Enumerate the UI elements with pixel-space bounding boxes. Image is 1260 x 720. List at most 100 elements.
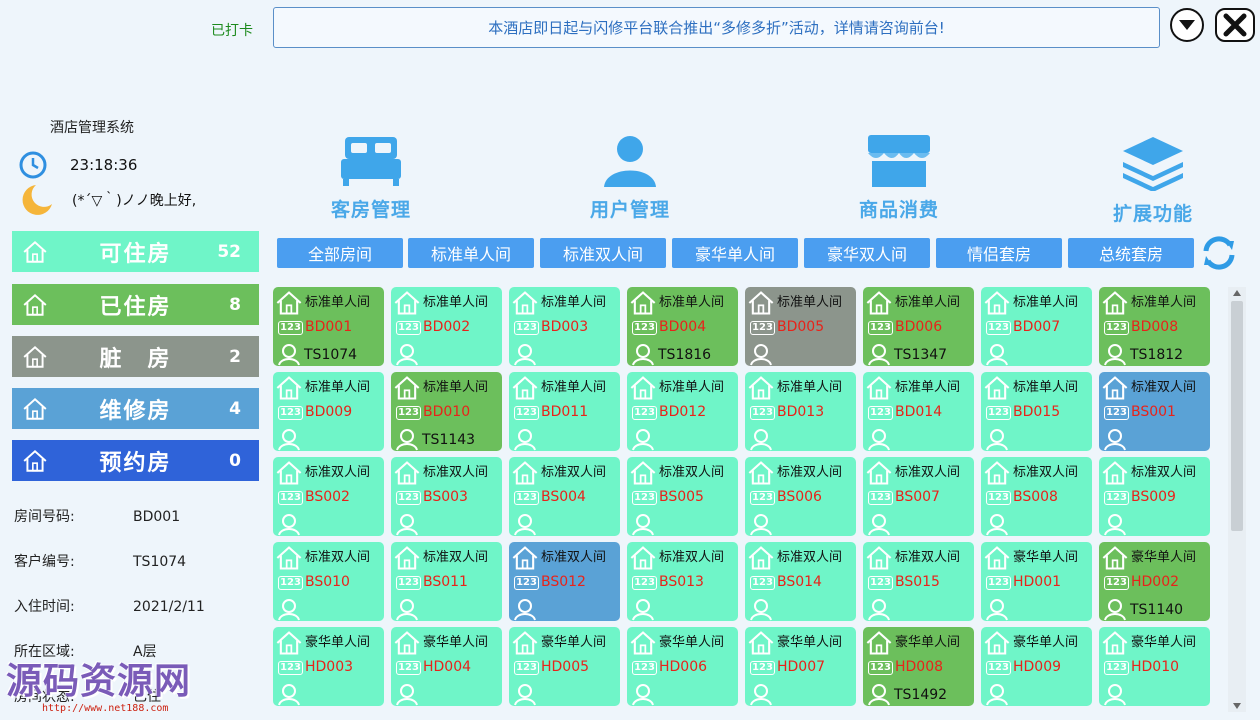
room-number: BD002: [423, 319, 471, 335]
home-icon-wrap: [983, 289, 1011, 321]
user-icon: [1104, 599, 1126, 621]
user-icon-wrap: [867, 597, 891, 625]
room-card[interactable]: 标准单人间 123 BD015: [981, 372, 1092, 451]
room-filter-tab[interactable]: 标准单人间: [408, 238, 534, 268]
room-filter-tab[interactable]: 全部房间: [277, 238, 403, 268]
room-card[interactable]: 标准单人间 123 BD004 TS1816: [627, 287, 738, 366]
room-filter-tab[interactable]: 豪华单人间: [672, 238, 798, 268]
user-icon-wrap: [277, 597, 301, 625]
room-card[interactable]: 标准单人间 123 BD009: [273, 372, 384, 451]
scroll-thumb[interactable]: [1231, 301, 1243, 531]
room-card[interactable]: 豪华单人间 123 HD003: [273, 627, 384, 706]
room-type: 豪华单人间: [423, 635, 489, 650]
room-card[interactable]: 标准双人间 123 BS005: [627, 457, 738, 536]
room-type: 豪华单人间: [659, 635, 725, 650]
room-grid-scrollbar[interactable]: [1228, 287, 1246, 712]
status-filter-0[interactable]: 可住房 52: [12, 231, 259, 272]
module-bed[interactable]: 客房管理: [301, 135, 441, 222]
user-icon: [986, 344, 1008, 366]
moon-icon: [22, 185, 52, 215]
room-card[interactable]: 标准单人间 123 BD010 TS1143: [391, 372, 502, 451]
room-type: 标准双人间: [1013, 465, 1079, 480]
number-badge-icon: 123: [986, 406, 1011, 420]
room-type: 标准单人间: [659, 295, 725, 310]
home-icon: [984, 461, 1010, 485]
room-card[interactable]: 标准双人间 123 BS002: [273, 457, 384, 536]
info-row: 房间号码: BD001: [14, 506, 180, 526]
status-count: 52: [217, 241, 241, 262]
room-card[interactable]: 标准单人间 123 BD003: [509, 287, 620, 366]
room-card[interactable]: 标准单人间 123 BD006 TS1347: [863, 287, 974, 366]
room-card[interactable]: 豪华单人间 123 HD005: [509, 627, 620, 706]
room-card[interactable]: 标准双人间 123 BS004: [509, 457, 620, 536]
room-card[interactable]: 标准双人间 123 BS015: [863, 542, 974, 621]
room-card[interactable]: 标准双人间 123 BS012: [509, 542, 620, 621]
room-filter-tab[interactable]: 豪华双人间: [804, 238, 930, 268]
home-icon: [394, 461, 420, 485]
room-number: BS006: [777, 489, 822, 505]
watermark-logo: 源码资源网: [6, 661, 192, 702]
room-number: BS012: [541, 574, 586, 590]
user-icon-wrap: [1103, 342, 1127, 370]
room-card[interactable]: 标准双人间 123 BS013: [627, 542, 738, 621]
room-card[interactable]: 标准单人间 123 BD013: [745, 372, 856, 451]
current-time: 23:18:36: [70, 156, 138, 174]
room-card[interactable]: 豪华单人间 123 HD008 TS1492: [863, 627, 974, 706]
info-key: 入住时间:: [14, 599, 75, 615]
room-card[interactable]: 标准单人间 123 BD012: [627, 372, 738, 451]
module-layers[interactable]: 扩展功能: [1083, 135, 1223, 226]
room-card[interactable]: 标准单人间 123 BD011: [509, 372, 620, 451]
number-badge-icon: 123: [868, 576, 893, 590]
room-number: BD006: [895, 319, 943, 335]
room-card[interactable]: 豪华单人间 123 HD006: [627, 627, 738, 706]
status-filter-2[interactable]: 脏 房 2: [12, 336, 259, 377]
room-card[interactable]: 标准单人间 123 BD014: [863, 372, 974, 451]
home-icon: [866, 546, 892, 570]
room-card[interactable]: 标准双人间 123 BS010: [273, 542, 384, 621]
refresh-button[interactable]: [1200, 235, 1238, 275]
watermark-url: http://www.net188.com: [42, 703, 169, 714]
status-filter-4[interactable]: 预约房 0: [12, 440, 259, 481]
home-icon: [394, 546, 420, 570]
room-card[interactable]: 标准双人间 123 BS003: [391, 457, 502, 536]
room-type: 豪华单人间: [1013, 635, 1079, 650]
room-card[interactable]: 标准双人间 123 BS007: [863, 457, 974, 536]
room-card[interactable]: 豪华单人间 123 HD007: [745, 627, 856, 706]
room-card[interactable]: 标准双人间 123 BS014: [745, 542, 856, 621]
room-card[interactable]: 豪华单人间 123 HD002 TS1140: [1099, 542, 1210, 621]
module-store[interactable]: 商品消费: [829, 135, 969, 222]
scroll-up-arrow[interactable]: [1233, 290, 1241, 296]
home-icon: [394, 291, 420, 315]
room-card[interactable]: 豪华单人间 123 HD009: [981, 627, 1092, 706]
home-icon: [866, 631, 892, 655]
user-icon: [278, 684, 300, 706]
room-card[interactable]: 标准双人间 123 BS008: [981, 457, 1092, 536]
home-icon-wrap: [1101, 629, 1129, 661]
room-filter-tab[interactable]: 标准双人间: [540, 238, 666, 268]
home-icon-wrap: [747, 629, 775, 661]
number-badge-icon: 123: [396, 406, 421, 420]
room-card[interactable]: 标准单人间 123 BD005: [745, 287, 856, 366]
room-card[interactable]: 豪华单人间 123 HD010: [1099, 627, 1210, 706]
status-filter-1[interactable]: 已住房 8: [12, 284, 259, 325]
room-card[interactable]: 标准双人间 123 BS011: [391, 542, 502, 621]
room-card[interactable]: 标准单人间 123 BD002: [391, 287, 502, 366]
room-type: 标准单人间: [1013, 380, 1079, 395]
room-card[interactable]: 标准双人间 123 BS009: [1099, 457, 1210, 536]
room-card[interactable]: 豪华单人间 123 HD001: [981, 542, 1092, 621]
room-card[interactable]: 标准双人间 123 BS001: [1099, 372, 1210, 451]
room-card[interactable]: 标准单人间 123 BD007: [981, 287, 1092, 366]
close-button[interactable]: [1215, 8, 1255, 42]
user-icon: [278, 344, 300, 366]
room-card[interactable]: 标准双人间 123 BS006: [745, 457, 856, 536]
status-filter-3[interactable]: 维修房 4: [12, 388, 259, 429]
room-card[interactable]: 标准单人间 123 BD008 TS1812: [1099, 287, 1210, 366]
module-user[interactable]: 用户管理: [560, 135, 700, 222]
home-icon-wrap: [865, 459, 893, 491]
scroll-down-arrow[interactable]: [1233, 703, 1241, 709]
room-filter-tab[interactable]: 总统套房: [1068, 238, 1194, 268]
room-card[interactable]: 标准单人间 123 BD001 TS1074: [273, 287, 384, 366]
room-filter-tab[interactable]: 情侣套房: [936, 238, 1062, 268]
dropdown-button[interactable]: [1170, 8, 1204, 42]
room-card[interactable]: 豪华单人间 123 HD004: [391, 627, 502, 706]
